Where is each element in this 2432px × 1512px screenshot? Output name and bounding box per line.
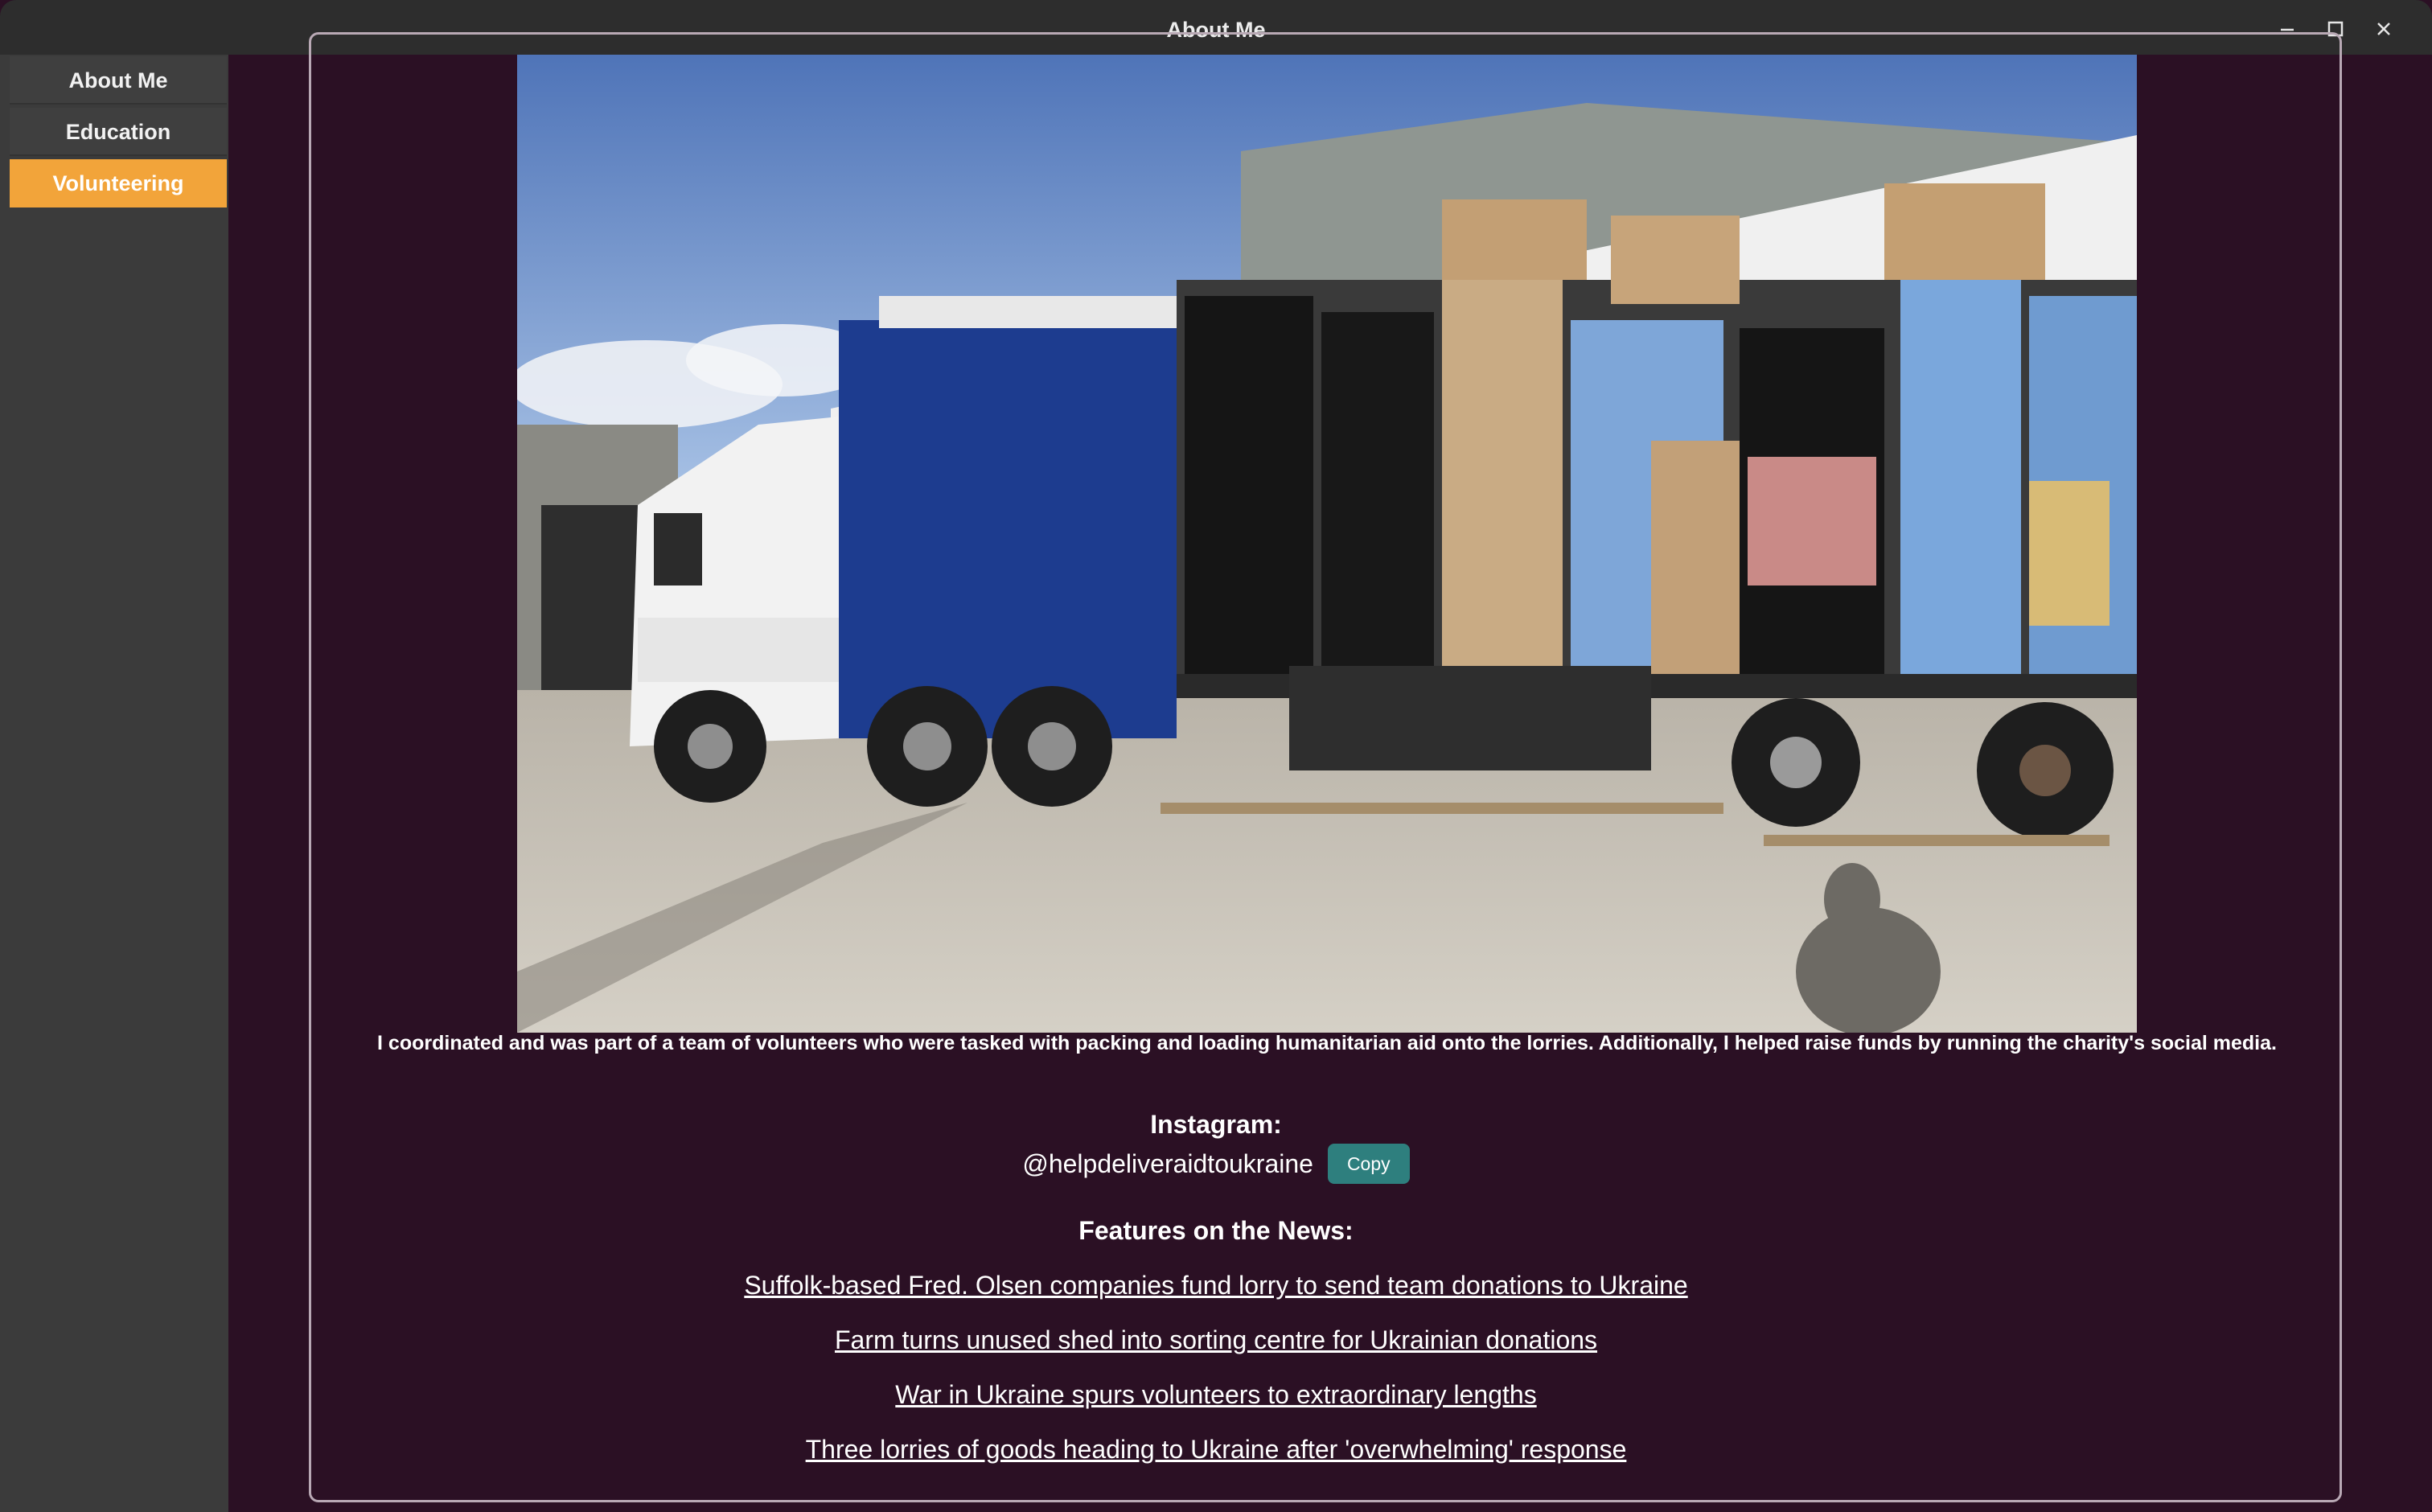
sidebar-item-about-me[interactable]: About Me <box>10 56 227 105</box>
volunteering-description: I coordinated and was part of a team of … <box>377 1032 2277 1054</box>
instagram-row: @helpdeliveraidtoukraine Copy <box>0 1144 2432 1184</box>
volunteering-photo <box>517 55 2137 1033</box>
news-link-farm-shed[interactable]: Farm turns unused shed into sorting cent… <box>0 1325 2432 1355</box>
app-window: About Me About Me Education Volunteering <box>0 0 2432 1512</box>
news-link-war-volunteers[interactable]: War in Ukraine spurs volunteers to extra… <box>0 1380 2432 1410</box>
sidebar-item-volunteering[interactable]: Volunteering <box>10 159 227 207</box>
close-button[interactable] <box>2366 11 2401 47</box>
instagram-handle: @helpdeliveraidtoukraine <box>1022 1148 1313 1178</box>
news-heading: Features on the News: <box>1078 1216 1354 1245</box>
news-link-fred-olsen[interactable]: Suffolk-based Fred. Olsen companies fund… <box>0 1271 2432 1300</box>
copy-button[interactable]: Copy <box>1327 1144 1410 1184</box>
sidebar-item-education[interactable]: Education <box>10 108 227 156</box>
instagram-heading: Instagram: <box>1150 1110 1282 1139</box>
news-link-three-lorries[interactable]: Three lorries of goods heading to Ukrain… <box>0 1435 2432 1465</box>
close-icon <box>2377 23 2390 35</box>
